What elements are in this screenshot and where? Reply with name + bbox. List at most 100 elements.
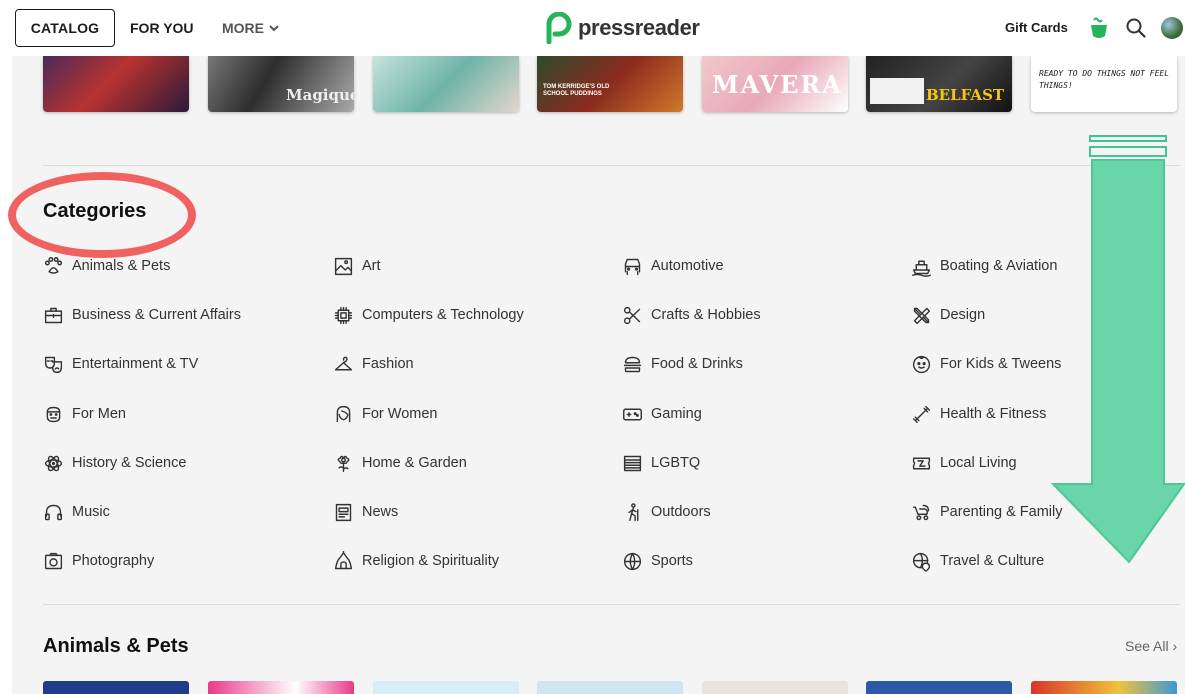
category-label: For Kids & Tweens <box>940 356 1062 372</box>
category-link[interactable]: Health & Fitness <box>911 399 1046 429</box>
publication-thumbnail[interactable] <box>43 681 189 694</box>
kid-face-icon <box>911 354 932 375</box>
publication-thumbnail[interactable]: TOM KERRIDGE'S OLD SCHOOL PUDDINGS <box>537 56 683 112</box>
more-label: MORE <box>222 20 264 36</box>
publication-thumbnail[interactable]: BELFAST <box>866 56 1012 112</box>
catalog-button[interactable]: CATALOG <box>15 9 115 47</box>
category-label: Fashion <box>362 356 414 372</box>
category-link[interactable]: Outdoors <box>622 497 711 527</box>
search-icon[interactable] <box>1126 18 1146 38</box>
category-link[interactable]: Business & Current Affairs <box>43 300 241 330</box>
scissors-icon <box>622 305 643 326</box>
category-link[interactable]: Music <box>43 497 110 527</box>
car-icon <box>622 256 643 277</box>
category-link[interactable]: Gaming <box>622 399 702 429</box>
publication-thumbnail[interactable]: MAVERA <box>702 56 848 112</box>
category-label: Crafts & Hobbies <box>651 307 761 323</box>
publication-thumbnail[interactable] <box>43 56 189 112</box>
category-label: Design <box>940 307 986 323</box>
category-label: Boating & Aviation <box>940 258 1058 274</box>
category-label: Outdoors <box>651 504 711 520</box>
design-tools-icon <box>911 305 932 326</box>
logo-text: pressreader <box>578 15 700 40</box>
category-link[interactable]: Boating & Aviation <box>911 251 1057 281</box>
gamepad-icon <box>622 404 643 425</box>
category-link[interactable]: Art <box>333 251 381 281</box>
category-link[interactable]: Home & Garden <box>333 448 467 478</box>
category-link[interactable]: Animals & Pets <box>43 251 170 281</box>
category-label: For Women <box>362 406 438 422</box>
category-link[interactable]: Automotive <box>622 251 724 281</box>
category-link[interactable]: Sports <box>622 546 693 576</box>
category-link[interactable]: For Men <box>43 399 126 429</box>
pressreader-logo[interactable]: pressreader <box>546 12 700 44</box>
dumbbell-icon <box>911 404 932 425</box>
coffee-cup-icon[interactable] <box>1088 16 1110 40</box>
ball-icon <box>622 551 643 572</box>
publication-thumbnail[interactable] <box>1031 681 1177 694</box>
categories-title: Categories <box>43 200 147 222</box>
publication-caption: MAVERA <box>712 70 843 99</box>
globe-pin-icon <box>911 551 932 572</box>
category-link[interactable]: Fashion <box>333 349 414 379</box>
briefcase-icon <box>43 305 64 326</box>
category-label: Art <box>362 258 381 274</box>
globe-icon[interactable] <box>1161 17 1183 39</box>
category-label: Animals & Pets <box>72 258 171 274</box>
flower-icon <box>333 453 354 474</box>
animals-pets-publications-row <box>43 681 1183 694</box>
publication-caption: BELFAST <box>926 86 1005 104</box>
gift-cards-link[interactable]: Gift Cards <box>1005 20 1068 35</box>
publication-thumbnail[interactable] <box>373 56 519 112</box>
publication-thumbnail[interactable]: READY TO DO THINGS NOT FEEL THINGS! <box>1031 56 1177 112</box>
woman-face-icon <box>333 404 354 425</box>
categories-grid: Animals & Pets Art Automotive Boating & Avi… <box>43 251 1183 581</box>
publication-thumbnail[interactable] <box>702 681 848 694</box>
category-label: Travel & Culture <box>940 553 1045 569</box>
ticket-icon <box>911 453 932 474</box>
category-link[interactable]: Local Living <box>911 448 1017 478</box>
category-link[interactable]: Photography <box>43 546 154 576</box>
category-label: Parenting & Family <box>940 504 1063 520</box>
publication-thumbnail[interactable] <box>208 681 354 694</box>
category-label: History & Science <box>72 455 187 471</box>
see-all-label: See All <box>1125 638 1169 654</box>
burger-icon <box>622 354 643 375</box>
publication-thumbnail[interactable]: Magique <box>208 56 354 112</box>
category-link[interactable]: Travel & Culture <box>911 546 1044 576</box>
publication-caption: TOM KERRIDGE'S OLD SCHOOL PUDDINGS <box>543 84 610 97</box>
publication-thumbnail[interactable] <box>373 681 519 694</box>
category-link[interactable]: For Women <box>333 399 437 429</box>
category-link[interactable]: History & Science <box>43 448 186 478</box>
category-link[interactable]: News <box>333 497 398 527</box>
publication-thumbnail[interactable] <box>537 681 683 694</box>
for-you-link[interactable]: FOR YOU <box>130 20 194 36</box>
newspaper-icon <box>333 502 354 523</box>
publication-thumbnail[interactable] <box>866 681 1012 694</box>
category-link[interactable]: LGBTQ <box>622 448 700 478</box>
hiker-icon <box>622 502 643 523</box>
category-link[interactable]: Crafts & Hobbies <box>622 300 761 330</box>
more-menu[interactable]: MORE <box>222 20 279 36</box>
masks-icon <box>43 354 64 375</box>
publication-cover-label <box>870 78 924 104</box>
chevron-down-icon <box>269 25 279 32</box>
category-link[interactable]: Parenting & Family <box>911 497 1063 527</box>
category-label: News <box>362 504 399 520</box>
see-all-link[interactable]: See All › <box>1125 638 1177 654</box>
category-link[interactable]: Design <box>911 300 985 330</box>
paw-icon <box>43 256 64 277</box>
headphones-icon <box>43 502 64 523</box>
category-label: Sports <box>651 553 693 569</box>
category-label: LGBTQ <box>651 455 701 471</box>
section-divider <box>43 604 1180 605</box>
category-link[interactable]: Computers & Technology <box>333 300 524 330</box>
category-link[interactable]: Religion & Spirituality <box>333 546 499 576</box>
category-label: Gaming <box>651 406 702 422</box>
featured-publications-row: Magique TOM KERRIDGE'S OLD SCHOOL PUDDIN… <box>43 56 1183 112</box>
category-link[interactable]: Food & Drinks <box>622 349 743 379</box>
animals-pets-title: Animals & Pets <box>43 635 189 657</box>
category-label: Music <box>72 504 110 520</box>
category-link[interactable]: For Kids & Tweens <box>911 349 1061 379</box>
category-link[interactable]: Entertainment & TV <box>43 349 198 379</box>
